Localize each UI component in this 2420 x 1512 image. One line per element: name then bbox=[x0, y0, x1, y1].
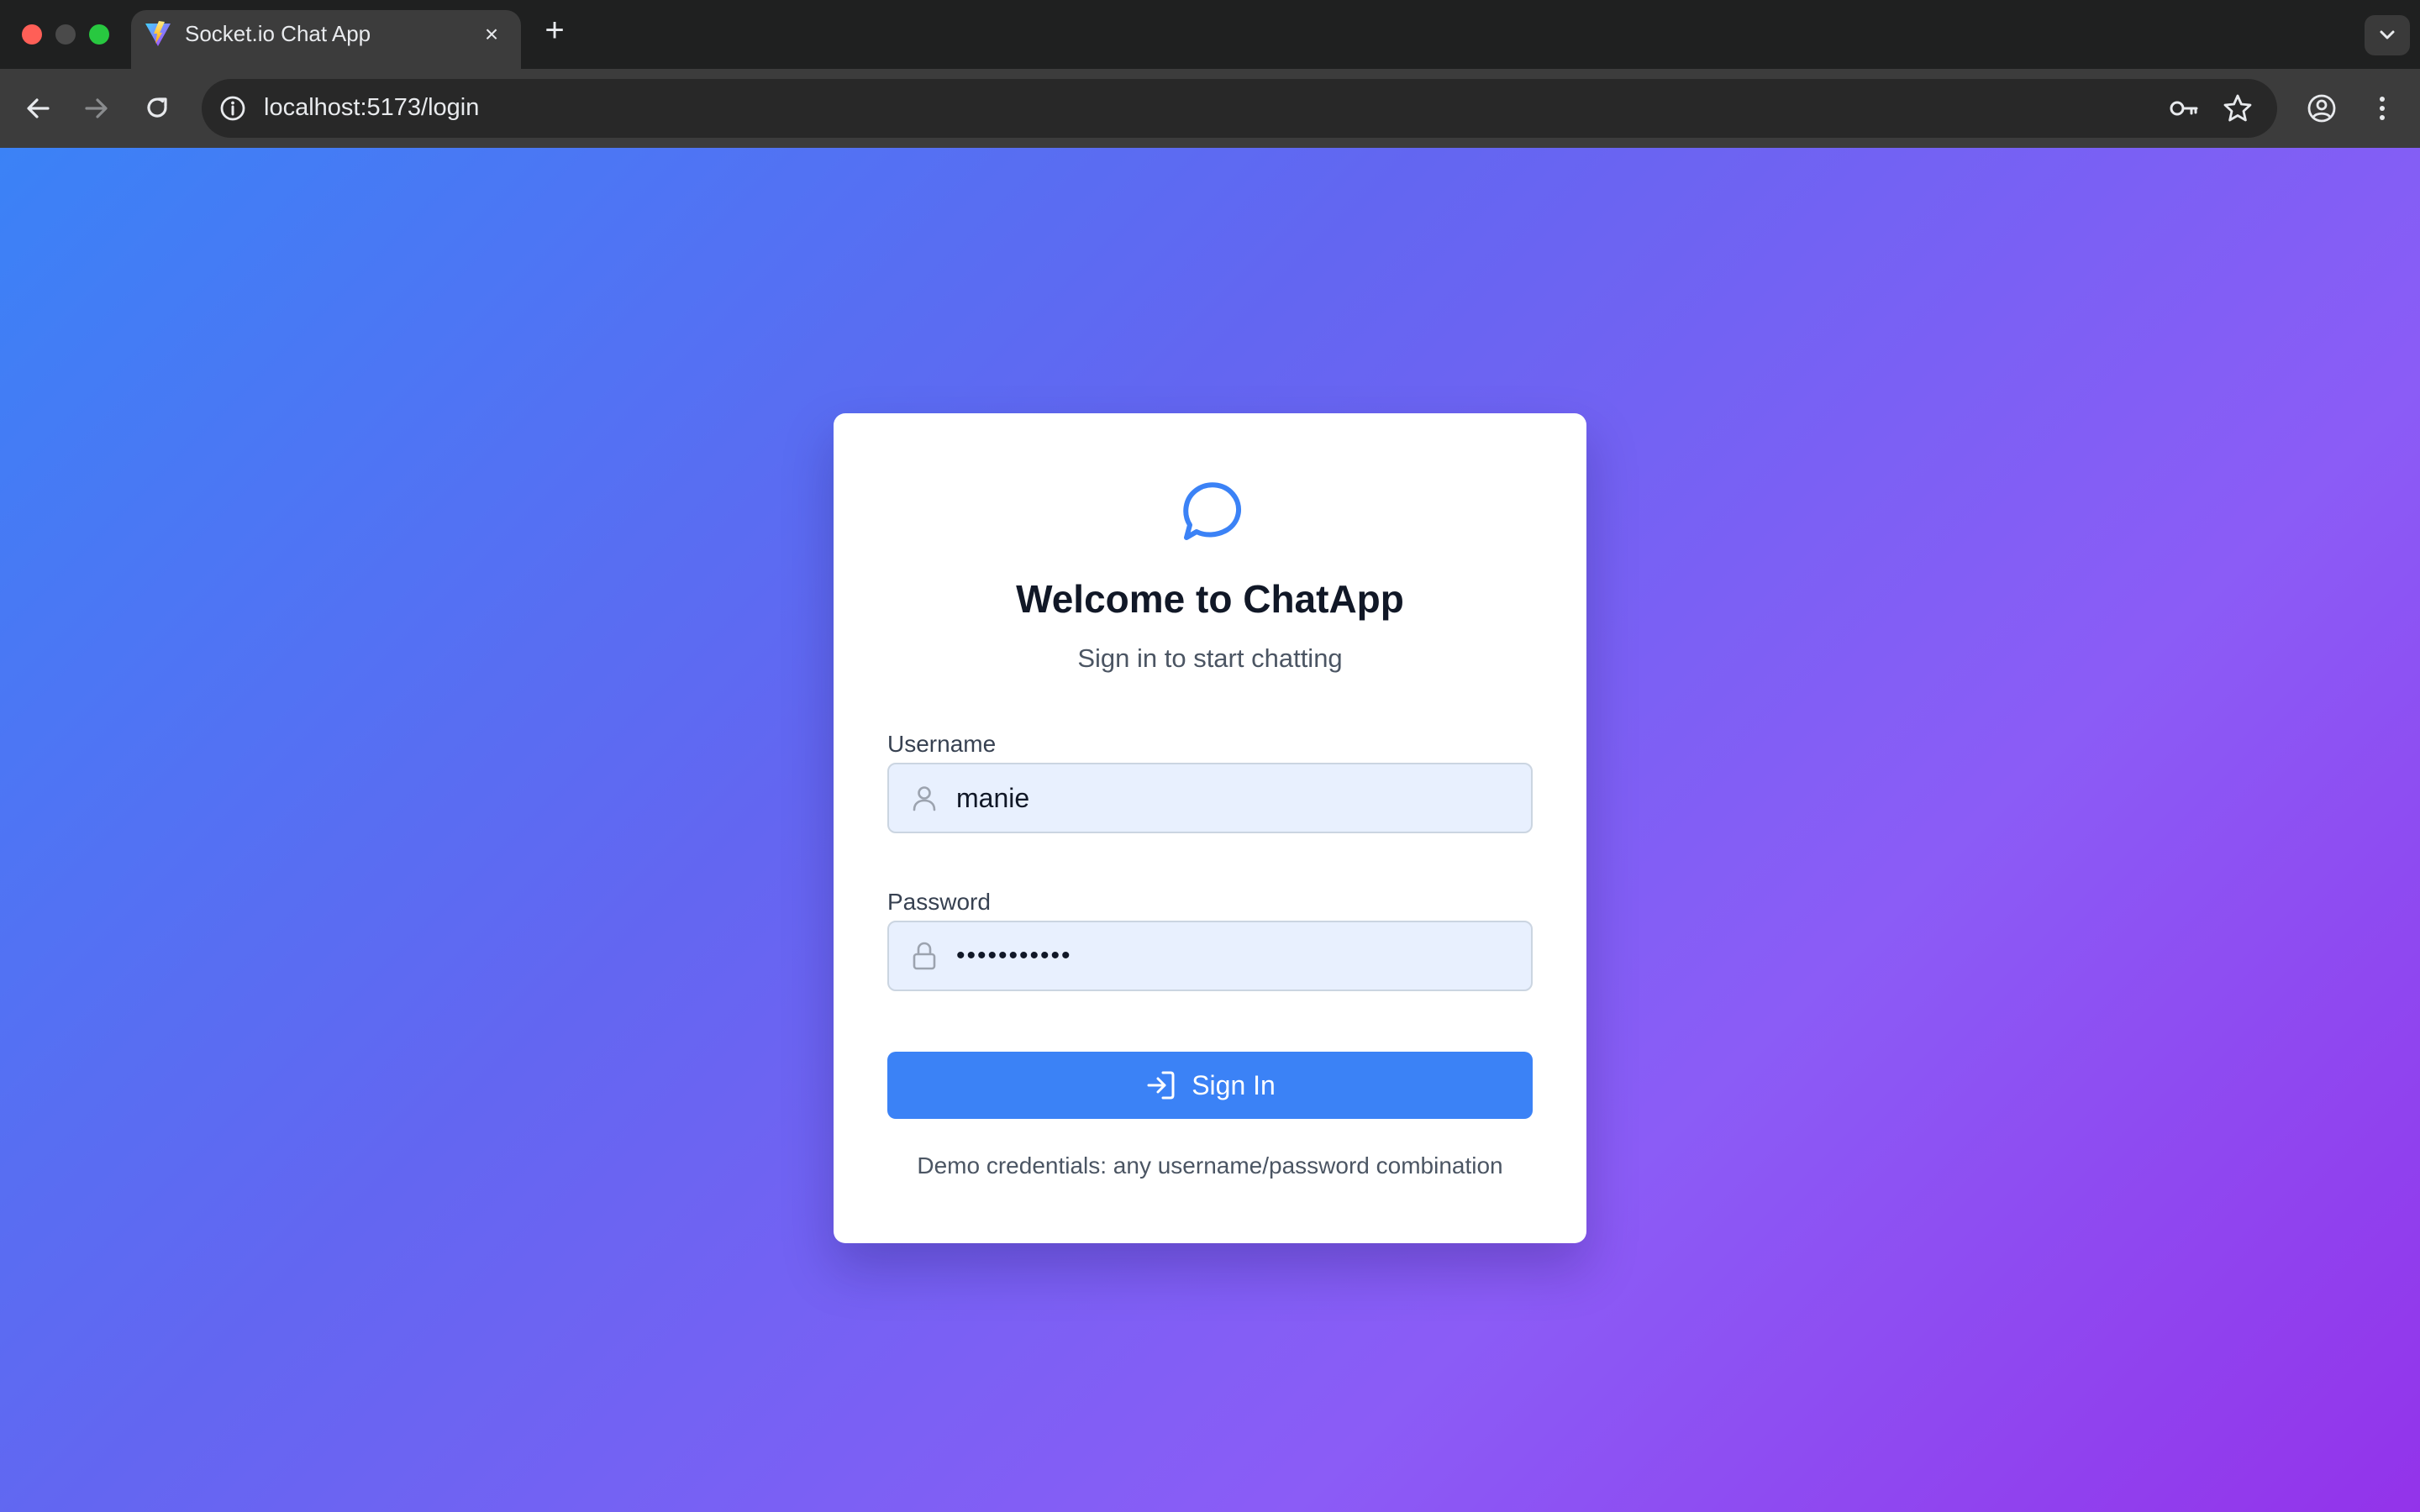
tab-title: Socket.io Chat App bbox=[185, 21, 371, 46]
page-background: Welcome to ChatApp Sign in to start chat… bbox=[0, 148, 2420, 1512]
lock-icon bbox=[913, 942, 936, 970]
bookmark-button[interactable] bbox=[2217, 87, 2259, 129]
forward-arrow-icon bbox=[85, 98, 108, 118]
profile-button[interactable] bbox=[2301, 87, 2343, 129]
demo-credentials-note: Demo credentials: any username/password … bbox=[917, 1152, 1503, 1179]
forward-button[interactable] bbox=[76, 87, 118, 129]
star-icon bbox=[2223, 94, 2252, 122]
login-card: Welcome to ChatApp Sign in to start chat… bbox=[834, 413, 1586, 1243]
username-field[interactable] bbox=[887, 763, 1533, 833]
address-bar[interactable]: localhost:5173/login bbox=[202, 79, 2277, 138]
close-window-button[interactable] bbox=[22, 24, 42, 45]
username-label: Username bbox=[887, 731, 997, 757]
reload-button[interactable] bbox=[136, 87, 178, 129]
browser-menu-button[interactable] bbox=[2361, 87, 2403, 129]
browser-window: Socket.io Chat App × + localhost:5173/lo… bbox=[0, 0, 2420, 1512]
tab-active[interactable]: Socket.io Chat App × bbox=[131, 10, 521, 69]
password-manager-button[interactable] bbox=[2163, 87, 2205, 129]
login-arrow-icon bbox=[1147, 1071, 1175, 1100]
site-info-button[interactable] bbox=[212, 87, 254, 129]
tab-strip: Socket.io Chat App × + bbox=[0, 0, 2420, 69]
maximize-window-button[interactable] bbox=[89, 24, 109, 45]
back-arrow-icon bbox=[27, 98, 50, 118]
back-button[interactable] bbox=[17, 87, 59, 129]
user-icon bbox=[913, 786, 936, 811]
kebab-menu-icon bbox=[2380, 97, 2385, 120]
password-field[interactable] bbox=[887, 921, 1533, 991]
tab-search-button[interactable] bbox=[2365, 15, 2410, 55]
chat-bubble-icon bbox=[1183, 482, 1242, 540]
profile-icon bbox=[2307, 94, 2336, 123]
password-input[interactable] bbox=[956, 922, 1511, 990]
username-input[interactable] bbox=[956, 764, 1511, 832]
browser-toolbar: localhost:5173/login bbox=[0, 69, 2420, 148]
reload-icon bbox=[147, 97, 167, 118]
sign-in-button[interactable]: Sign In bbox=[887, 1052, 1533, 1119]
tab-close-icon[interactable]: × bbox=[479, 22, 504, 47]
password-label: Password bbox=[887, 889, 991, 915]
chevron-down-icon bbox=[2380, 30, 2395, 39]
page-subtitle: Sign in to start chatting bbox=[1077, 643, 1343, 673]
new-tab-button[interactable]: + bbox=[539, 13, 570, 47]
page-title: Welcome to ChatApp bbox=[1016, 577, 1404, 621]
minimize-window-button[interactable] bbox=[55, 24, 76, 45]
url-text[interactable]: localhost:5173/login bbox=[264, 94, 479, 122]
sign-in-label: Sign In bbox=[1192, 1069, 1276, 1100]
info-icon bbox=[220, 96, 245, 121]
key-icon bbox=[2170, 101, 2198, 116]
vite-logo-icon bbox=[145, 21, 171, 46]
